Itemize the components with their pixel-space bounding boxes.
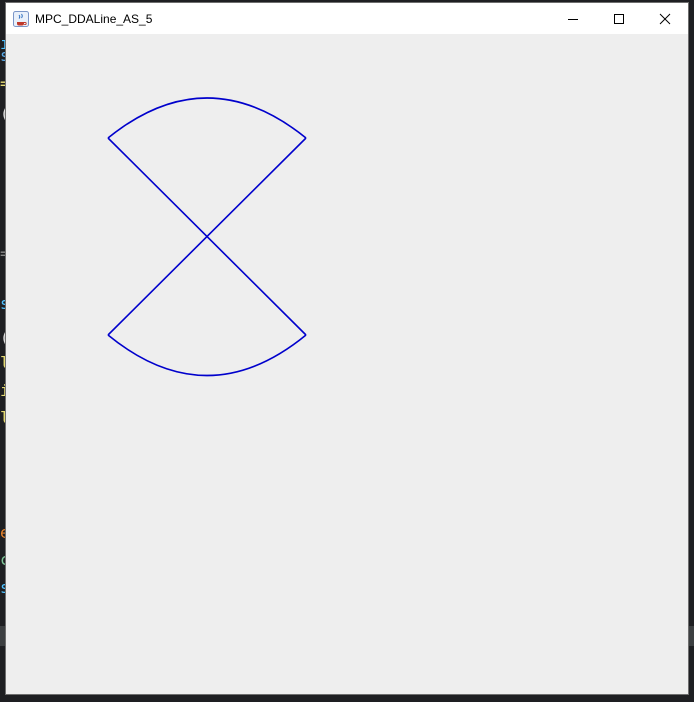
app-window: MPC_DDALine_AS_5 [5,2,689,695]
window-title: MPC_DDALine_AS_5 [35,12,153,26]
maximize-button[interactable] [596,3,642,34]
bg-ide-strip [689,626,694,646]
maximize-icon [614,13,624,24]
java-app-icon [13,11,29,27]
drawing-panel [6,34,688,694]
minimize-button[interactable] [550,3,596,34]
drawing-canvas [107,97,307,377]
close-icon [659,13,671,24]
minimize-icon [568,18,578,20]
bottom-arc [107,334,307,377]
title-bar[interactable]: MPC_DDALine_AS_5 [6,3,688,34]
top-arc [107,97,307,139]
close-button[interactable] [642,3,688,34]
